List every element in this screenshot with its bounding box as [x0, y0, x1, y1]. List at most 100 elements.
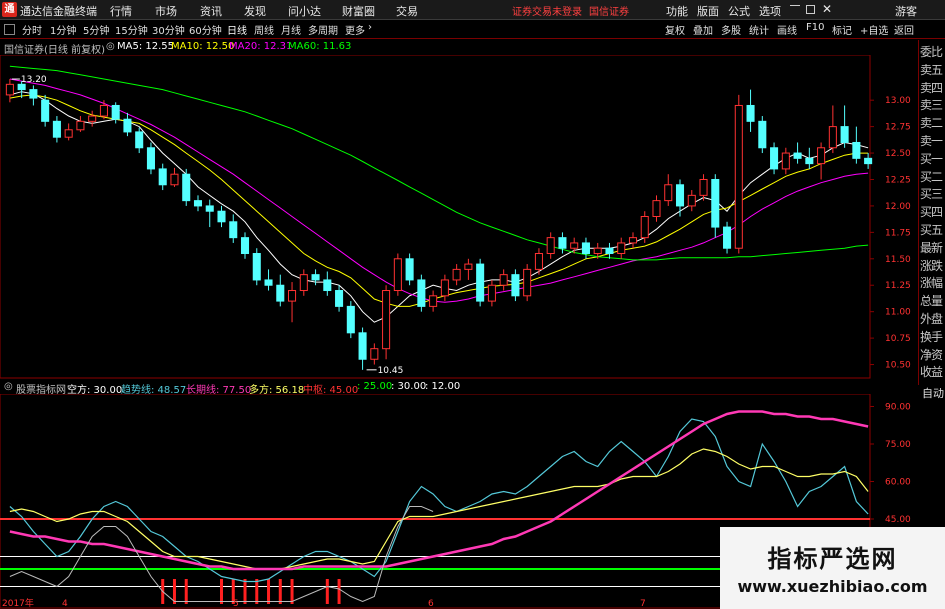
menu-zixun[interactable]: 资讯 — [200, 3, 222, 19]
candle-body-down — [17, 83, 26, 91]
side-item[interactable]: 卖五 — [920, 62, 945, 79]
tab-60min[interactable]: 60分钟 — [189, 22, 222, 37]
side-item[interactable]: 卖三 — [920, 97, 945, 114]
candle-body-down — [205, 205, 214, 212]
candle-body-up — [781, 152, 790, 170]
side-item[interactable]: 卖二 — [920, 115, 945, 132]
tab-30min[interactable]: 30分钟 — [152, 22, 185, 37]
candle-body-down — [111, 104, 120, 120]
side-item[interactable]: 涨幅 — [920, 275, 945, 292]
tab-multi-period[interactable]: 多周期 — [308, 22, 338, 37]
tab-5min[interactable]: 5分钟 — [83, 22, 109, 37]
menu-caifuquan[interactable]: 财富圈 — [342, 3, 375, 19]
more-arrow-icon[interactable]: › — [368, 22, 372, 33]
menu-shichang[interactable]: 市场 — [155, 3, 177, 19]
tab-15min[interactable]: 15分钟 — [115, 22, 148, 37]
ind-y-tick-label: 75.00 — [885, 440, 911, 450]
candle-body-down — [558, 237, 567, 249]
tab-fenshi[interactable]: 分时 — [22, 22, 42, 37]
menu-gongshi[interactable]: 公式 — [728, 3, 750, 19]
side-item[interactable]: 净资 — [920, 347, 945, 364]
menu-hangqing[interactable]: 行情 — [110, 3, 132, 19]
tab-daily[interactable]: 日线 — [227, 22, 247, 37]
quote-side-list: 委比 卖五 卖四 卖三 卖二 卖一 买一 买二 买三 买四 买五 最新 涨跌 涨幅 总量 外盘 换手 净资 收益 — [918, 40, 945, 385]
minimize-icon[interactable] — [790, 5, 800, 6]
auto-badge[interactable]: 自动 — [922, 385, 945, 400]
side-item[interactable]: 买三 — [920, 186, 945, 203]
btn-fuquan[interactable]: 复权 — [665, 22, 685, 37]
menu-banmian[interactable]: 版面 — [697, 3, 719, 19]
tab-monthly[interactable]: 月线 — [281, 22, 301, 37]
side-item[interactable]: 换手 — [920, 329, 945, 346]
btn-duogu[interactable]: 多股 — [721, 22, 741, 37]
candle-body-up — [393, 258, 402, 292]
signal-stick — [184, 579, 188, 604]
menu-gongneng[interactable]: 功能 — [666, 3, 688, 19]
side-item[interactable]: 卖四 — [920, 80, 945, 97]
menu-wenxiaoda[interactable]: 问小达 — [288, 3, 321, 19]
candle-body-down — [229, 221, 238, 239]
btn-huaxian[interactable]: 画线 — [777, 22, 797, 37]
btn-biaoji[interactable]: 标记 — [832, 22, 852, 37]
maximize-icon[interactable] — [806, 5, 815, 14]
side-item[interactable]: 外盘 — [920, 311, 945, 328]
app-title: 通达信金融终端 — [20, 5, 97, 18]
candle-body-up — [652, 200, 661, 218]
side-item[interactable]: 收益 — [920, 364, 945, 381]
signal-stick — [255, 579, 259, 604]
candle-body-down — [146, 147, 155, 170]
candle-body-down — [840, 126, 849, 143]
side-item[interactable]: 买一 — [920, 151, 945, 168]
candle-body-down — [852, 141, 861, 159]
side-item[interactable]: 买四 — [920, 204, 945, 221]
candle-body-up — [429, 295, 438, 307]
candle-body-down — [123, 118, 132, 133]
app-logo-icon: 通 — [2, 2, 17, 17]
signal-stick — [325, 579, 329, 604]
close-icon[interactable]: ✕ — [822, 2, 832, 16]
signal-stick — [278, 579, 282, 604]
btn-tongji[interactable]: 统计 — [749, 22, 769, 37]
tab-more[interactable]: 更多 — [345, 22, 365, 37]
candlestick-chart[interactable]: 13.00 12.75 12.50 12.25 12.00 11.75 11.50 11.25… — [0, 55, 918, 380]
candle-body-down — [723, 226, 732, 249]
btn-f10[interactable]: F10 — [806, 22, 824, 33]
candle-body-up — [546, 237, 555, 255]
menu-jiaoyi[interactable]: 交易 — [396, 3, 418, 19]
indicator-toggle-icon[interactable]: ◎ — [4, 381, 13, 392]
low-label: 10.45 — [378, 366, 404, 376]
tab-1min[interactable]: 1分钟 — [50, 22, 76, 37]
broker-name: 国信证券 — [589, 7, 629, 18]
btn-back[interactable]: 返回 — [894, 22, 914, 37]
collapse-icon[interactable] — [4, 24, 15, 35]
tab-weekly[interactable]: 周线 — [254, 22, 274, 37]
v25-value: : 25.00 — [357, 381, 393, 392]
candle-body-up — [523, 268, 532, 297]
stock-title: 国信证券(日线 前复权) — [4, 45, 105, 56]
menu-xuanxiang[interactable]: 选项 — [759, 3, 781, 19]
ma20-value: MA20: 12.31 — [229, 41, 293, 52]
y-tick-label: 10.50 — [885, 361, 911, 371]
btn-add-watchlist[interactable]: +自选 — [860, 22, 888, 37]
ind-y-tick-label: 90.00 — [885, 403, 911, 413]
side-item[interactable]: 委比 — [920, 44, 945, 61]
candle-body-up — [5, 83, 14, 96]
indicator-legend: ◎ 股票指标网 空方: 30.00 趋势线: 48.57 长期线: 77.50 … — [0, 380, 870, 396]
btn-diejia[interactable]: 叠加 — [693, 22, 713, 37]
user-label[interactable]: 游客 — [895, 3, 917, 19]
y-tick-label: 11.75 — [885, 228, 911, 238]
candle-body-down — [805, 157, 814, 165]
watermark-url: www.xuezhibiao.com — [737, 577, 928, 596]
menu-faxian[interactable]: 发现 — [244, 3, 266, 19]
side-item[interactable]: 总量 — [920, 293, 945, 310]
side-item[interactable]: 买五 — [920, 222, 945, 239]
side-item[interactable]: 涨跌 — [920, 258, 945, 275]
signal-stick — [337, 579, 341, 604]
side-item[interactable]: 最新 — [920, 240, 945, 257]
side-item[interactable]: 卖一 — [920, 133, 945, 150]
ma-toggle-icon[interactable]: ◎ — [106, 41, 115, 52]
candle-body-up — [628, 237, 638, 244]
candle-body-down — [193, 200, 203, 207]
login-status[interactable]: 证券交易未登录 — [512, 3, 582, 18]
side-item[interactable]: 买二 — [920, 169, 945, 186]
